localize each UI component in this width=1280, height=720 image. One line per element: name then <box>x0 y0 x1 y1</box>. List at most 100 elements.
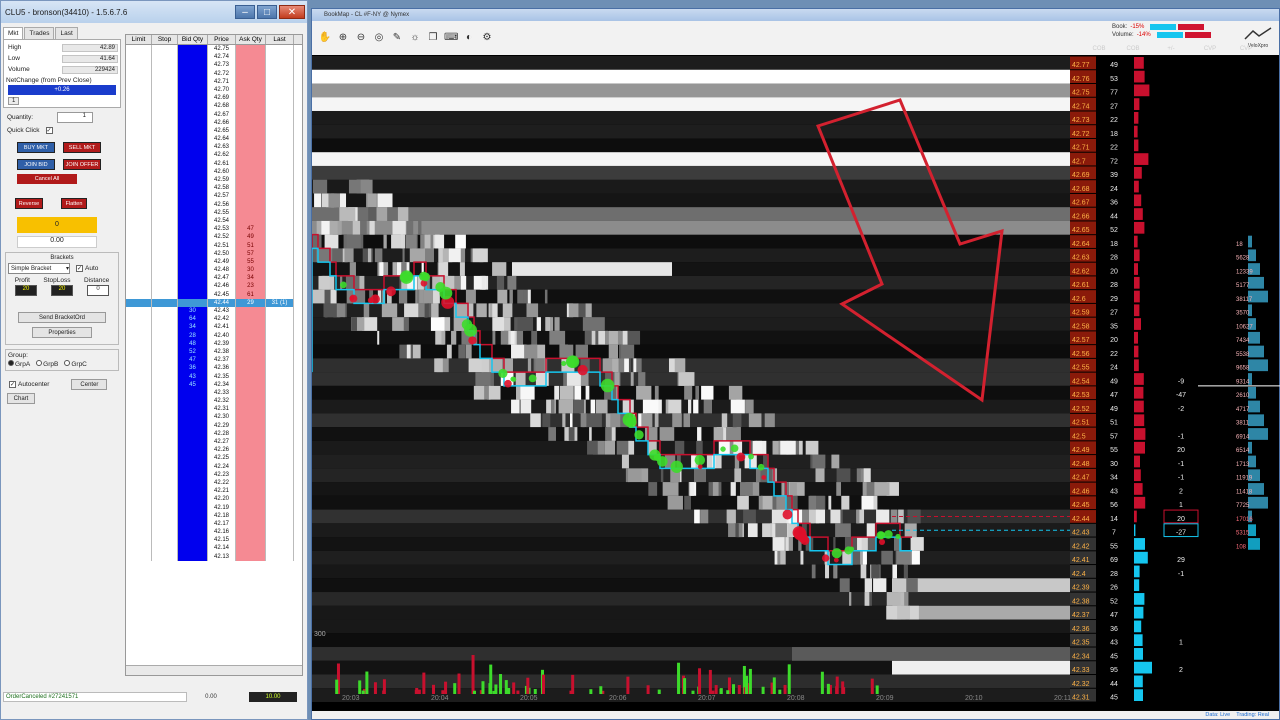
price-cell[interactable]: 42.15 <box>208 536 236 545</box>
ladder-row[interactable]: 42.16 <box>126 528 302 537</box>
limit-cell[interactable] <box>126 339 152 348</box>
limit-cell[interactable] <box>126 241 152 250</box>
ask-qty-cell[interactable]: 29 <box>236 298 266 307</box>
stop-cell[interactable] <box>152 184 178 193</box>
distance-input[interactable]: 0 <box>87 285 109 296</box>
bid-qty-cell[interactable] <box>178 413 208 422</box>
gear-icon[interactable]: ⚙ <box>480 31 494 45</box>
last-cell[interactable] <box>266 454 294 463</box>
price-cell[interactable]: 42.36 <box>208 364 236 373</box>
stop-cell[interactable] <box>152 53 178 62</box>
stop-cell[interactable] <box>152 438 178 447</box>
orderbook-panel[interactable]: 42.77 4942.76 5342.75 7742.74 2742.73 2242.72… <box>1070 56 1280 702</box>
limit-cell[interactable] <box>126 143 152 152</box>
price-cell[interactable]: 42.16 <box>208 528 236 537</box>
bid-qty-cell[interactable]: 34 <box>178 323 208 332</box>
price-cell[interactable]: 42.54 <box>208 216 236 226</box>
center-button[interactable]: Center <box>71 379 108 390</box>
bid-qty-cell[interactable] <box>178 69 208 78</box>
stop-cell[interactable] <box>152 331 178 340</box>
price-cell[interactable]: 42.42 <box>208 315 236 324</box>
ladder-row[interactable]: 42.72 <box>126 69 302 78</box>
price-cell[interactable]: 42.38 <box>208 347 236 357</box>
bid-qty-cell[interactable] <box>178 200 208 209</box>
last-cell[interactable] <box>266 200 294 209</box>
bid-qty-cell[interactable] <box>178 53 208 62</box>
reverse-button[interactable]: Reverse <box>15 198 43 209</box>
ask-qty-cell[interactable] <box>236 118 266 127</box>
bid-qty-cell[interactable] <box>178 282 208 291</box>
stop-cell[interactable] <box>152 167 178 176</box>
bid-qty-cell[interactable]: 43 <box>178 372 208 381</box>
col-limit[interactable]: Limit <box>126 35 152 44</box>
price-cell[interactable]: 42.33 <box>208 388 236 398</box>
join-offer-button[interactable]: JOIN OFFER <box>63 159 101 170</box>
ladder-row[interactable]: 47 42.37 <box>126 356 302 365</box>
ask-qty-cell[interactable]: 55 <box>236 257 266 267</box>
ladder-row[interactable]: 34 42.41 <box>126 323 302 332</box>
limit-cell[interactable] <box>126 225 152 234</box>
limit-cell[interactable] <box>126 413 152 422</box>
price-cell[interactable]: 42.39 <box>208 339 236 348</box>
last-cell[interactable] <box>266 143 294 152</box>
sell-market-button[interactable]: SELL MKT <box>63 142 101 153</box>
limit-cell[interactable] <box>126 495 152 504</box>
last-cell[interactable] <box>266 323 294 332</box>
price-cell[interactable]: 42.17 <box>208 519 236 529</box>
ask-qty-cell[interactable] <box>236 487 266 496</box>
price-cell[interactable]: 42.75 <box>208 45 236 54</box>
stop-cell[interactable] <box>152 536 178 545</box>
ladder-row[interactable]: 42.63 <box>126 143 302 152</box>
last-cell[interactable] <box>266 135 294 144</box>
bid-qty-cell[interactable] <box>178 454 208 463</box>
ask-qty-cell[interactable] <box>236 216 266 226</box>
ladder-row[interactable]: 42.29 <box>126 421 302 430</box>
ask-qty-cell[interactable]: 51 <box>236 241 266 250</box>
limit-cell[interactable] <box>126 290 152 299</box>
last-cell[interactable] <box>266 487 294 496</box>
last-cell[interactable] <box>266 53 294 62</box>
ask-qty-cell[interactable]: 57 <box>236 249 266 258</box>
price-cell[interactable]: 42.63 <box>208 143 236 152</box>
ladder-row[interactable]: 36 42.36 <box>126 364 302 373</box>
ask-qty-cell[interactable] <box>236 69 266 78</box>
ask-qty-cell[interactable] <box>236 167 266 176</box>
limit-cell[interactable] <box>126 118 152 127</box>
snapshot-icon[interactable]: ◎ <box>372 31 386 45</box>
ladder-row[interactable]: 42.20 <box>126 495 302 504</box>
limit-cell[interactable] <box>126 257 152 267</box>
last-cell[interactable] <box>266 225 294 234</box>
price-cell[interactable]: 42.23 <box>208 470 236 479</box>
ask-qty-cell[interactable] <box>236 45 266 54</box>
limit-cell[interactable] <box>126 364 152 373</box>
limit-cell[interactable] <box>126 503 152 512</box>
bid-qty-cell[interactable] <box>178 167 208 176</box>
zoom-in-icon[interactable]: ⊕ <box>336 31 350 45</box>
bid-qty-cell[interactable] <box>178 61 208 70</box>
limit-cell[interactable] <box>126 544 152 553</box>
bookmap-titlebar[interactable]: BookMap - CL #F-NY @ Nymex <box>312 9 1279 21</box>
price-cell[interactable]: 42.31 <box>208 405 236 414</box>
ask-qty-cell[interactable]: 49 <box>236 233 266 242</box>
bid-qty-cell[interactable] <box>178 241 208 250</box>
ask-qty-cell[interactable]: 47 <box>236 225 266 234</box>
price-cell[interactable]: 42.56 <box>208 200 236 209</box>
last-cell[interactable] <box>266 249 294 258</box>
ladder-row[interactable]: 42.18 <box>126 511 302 520</box>
bid-qty-cell[interactable]: 36 <box>178 364 208 373</box>
stop-cell[interactable] <box>152 323 178 332</box>
stop-cell[interactable] <box>152 69 178 78</box>
bid-qty-cell[interactable] <box>178 446 208 455</box>
ladder-row[interactable]: 42.66 <box>126 118 302 127</box>
price-cell[interactable]: 42.53 <box>208 225 236 234</box>
ask-qty-cell[interactable]: 23 <box>236 282 266 291</box>
limit-cell[interactable] <box>126 274 152 283</box>
price-cell[interactable]: 42.58 <box>208 184 236 193</box>
price-cell[interactable]: 42.29 <box>208 421 236 430</box>
price-cell[interactable]: 42.30 <box>208 413 236 422</box>
limit-cell[interactable] <box>126 45 152 54</box>
send-bracket-button[interactable]: Send BracketOrd <box>18 312 106 323</box>
stop-cell[interactable] <box>152 405 178 414</box>
ladder-row[interactable]: 45 42.34 <box>126 380 302 389</box>
price-cell[interactable]: 42.28 <box>208 429 236 438</box>
